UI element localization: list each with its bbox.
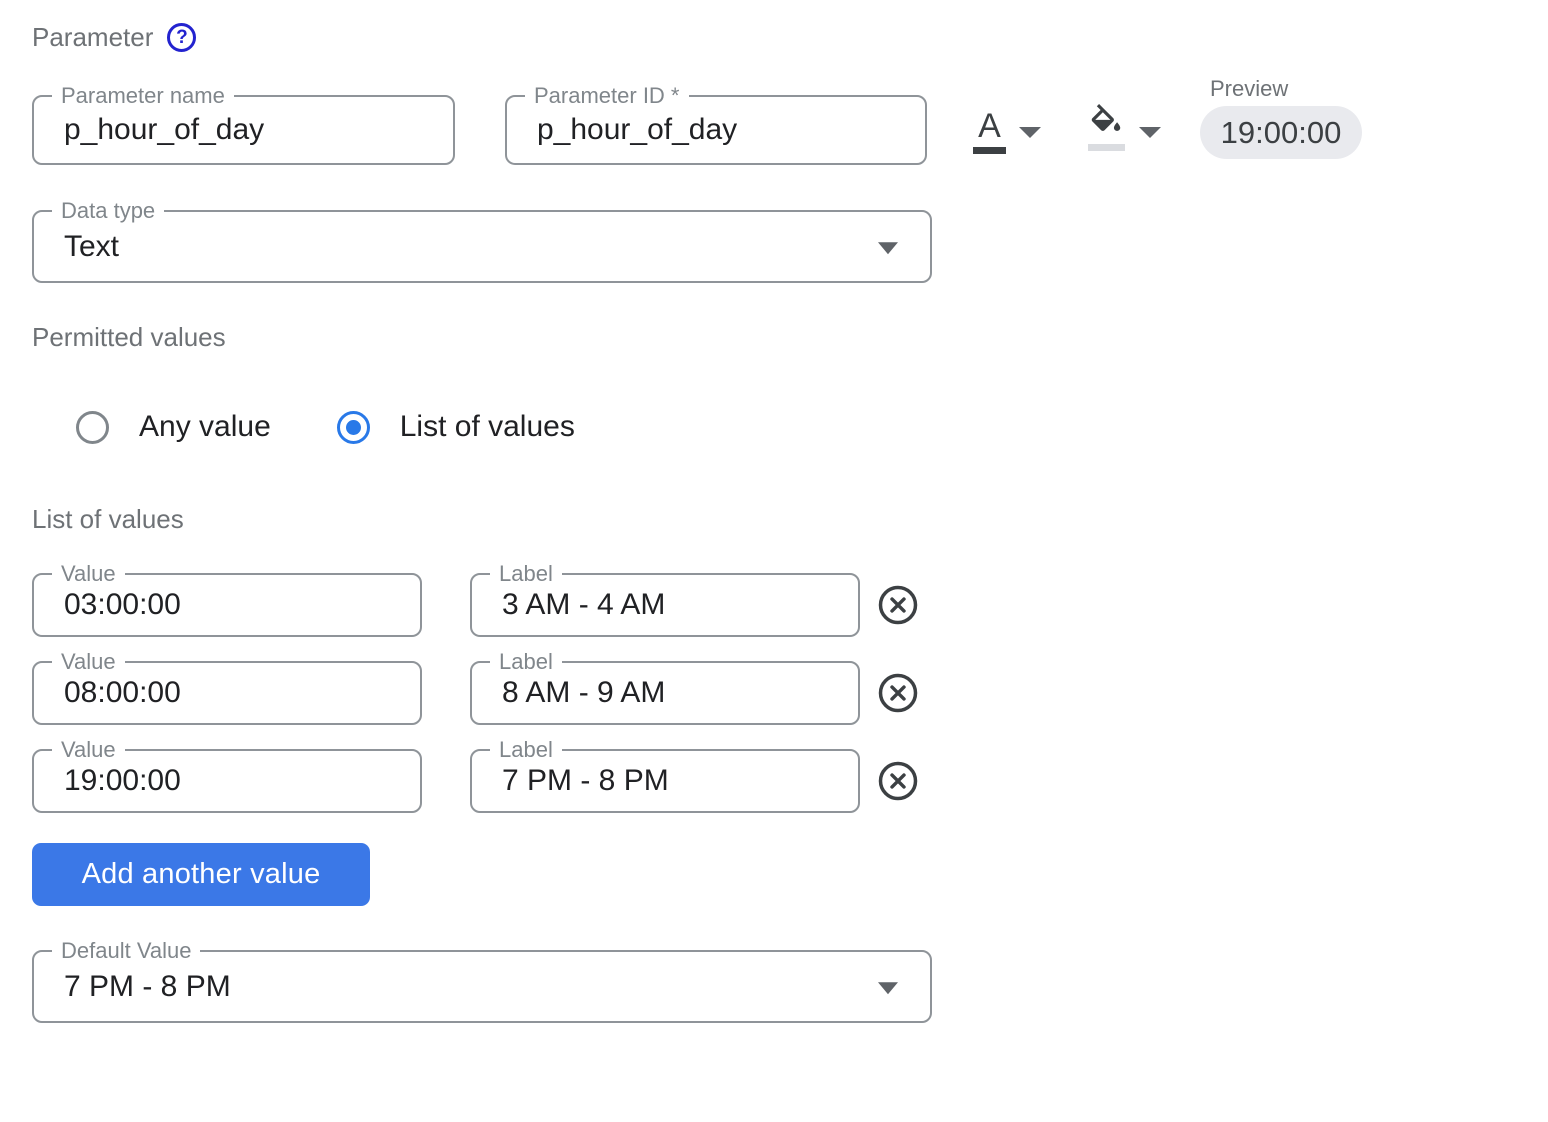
label-field-2[interactable]: Label 8 AM - 9 AM [470, 661, 860, 725]
value-field-value: 03:00:00 [34, 588, 181, 622]
value-field-2[interactable]: Value 08:00:00 [32, 661, 422, 725]
parameter-name-value: p_hour_of_day [34, 113, 264, 147]
parameter-id-label: Parameter ID * [525, 83, 689, 109]
label-field-label: Label [490, 649, 562, 675]
label-field-value: 3 AM - 4 AM [472, 588, 665, 622]
value-row: Value 08:00:00 Label 8 AM - 9 AM [32, 661, 919, 725]
radio-list-of-values[interactable]: List of values [337, 410, 575, 444]
data-type-select[interactable]: Data type Text [32, 210, 932, 283]
page-title: Parameter [32, 22, 153, 53]
parameter-id-value: p_hour_of_day [507, 113, 737, 147]
dropdown-caret-icon [878, 242, 898, 254]
value-field-label: Value [52, 561, 125, 587]
parameter-name-label: Parameter name [52, 83, 234, 109]
remove-value-button[interactable] [877, 584, 919, 626]
add-another-value-button[interactable]: Add another value [32, 843, 370, 906]
fill-color-dropdown-caret-icon[interactable] [1139, 127, 1161, 138]
list-of-values-rows: Value 03:00:00 Label 3 AM - 4 AM Value 0… [32, 573, 919, 813]
remove-value-button[interactable] [877, 672, 919, 714]
paint-bucket-icon [1087, 104, 1125, 142]
value-row: Value 03:00:00 Label 3 AM - 4 AM [32, 573, 919, 637]
label-field-value: 8 AM - 9 AM [472, 676, 665, 710]
dropdown-caret-icon [878, 982, 898, 994]
default-value-label: Default Value [52, 938, 200, 964]
value-field-value: 19:00:00 [34, 764, 181, 798]
radio-any-value[interactable]: Any value [76, 410, 271, 444]
help-circle-icon[interactable]: ? [167, 23, 196, 52]
parameter-name-field[interactable]: Parameter name p_hour_of_day [32, 95, 455, 165]
parameter-config-panel: Parameter ? Parameter name p_hour_of_day… [0, 0, 1548, 1122]
label-field-value: 7 PM - 8 PM [472, 764, 669, 798]
data-type-value: Text [34, 230, 119, 264]
text-color-button[interactable]: A [973, 108, 1006, 154]
text-color-swatch [973, 147, 1006, 154]
radio-unselected-icon [76, 411, 109, 444]
panel-header: Parameter ? [32, 22, 196, 53]
default-value-value: 7 PM - 8 PM [34, 970, 231, 1004]
radio-list-of-values-label: List of values [400, 410, 575, 444]
label-field-1[interactable]: Label 3 AM - 4 AM [470, 573, 860, 637]
preview-value: 19:00:00 [1200, 106, 1362, 159]
radio-any-value-label: Any value [139, 410, 271, 444]
permitted-values-heading: Permitted values [32, 322, 226, 353]
value-field-value: 08:00:00 [34, 676, 181, 710]
value-row: Value 19:00:00 Label 7 PM - 8 PM [32, 749, 919, 813]
value-field-3[interactable]: Value 19:00:00 [32, 749, 422, 813]
label-field-label: Label [490, 737, 562, 763]
value-field-1[interactable]: Value 03:00:00 [32, 573, 422, 637]
text-color-icon: A [978, 108, 1001, 145]
preview-label: Preview [1200, 76, 1362, 102]
list-of-values-heading: List of values [32, 504, 184, 535]
value-field-label: Value [52, 737, 125, 763]
fill-color-button[interactable] [1087, 104, 1125, 151]
remove-value-button[interactable] [877, 760, 919, 802]
label-field-3[interactable]: Label 7 PM - 8 PM [470, 749, 860, 813]
permitted-values-radio-group: Any value List of values [76, 410, 575, 444]
parameter-id-field[interactable]: Parameter ID * p_hour_of_day [505, 95, 927, 165]
data-type-label: Data type [52, 198, 164, 224]
value-field-label: Value [52, 649, 125, 675]
preview-block: Preview 19:00:00 [1200, 76, 1362, 159]
fill-color-swatch [1088, 144, 1125, 151]
radio-selected-icon [337, 411, 370, 444]
label-field-label: Label [490, 561, 562, 587]
text-color-dropdown-caret-icon[interactable] [1019, 127, 1041, 138]
default-value-select[interactable]: Default Value 7 PM - 8 PM [32, 950, 932, 1023]
name-id-row: Parameter name p_hour_of_day Parameter I… [32, 95, 927, 165]
